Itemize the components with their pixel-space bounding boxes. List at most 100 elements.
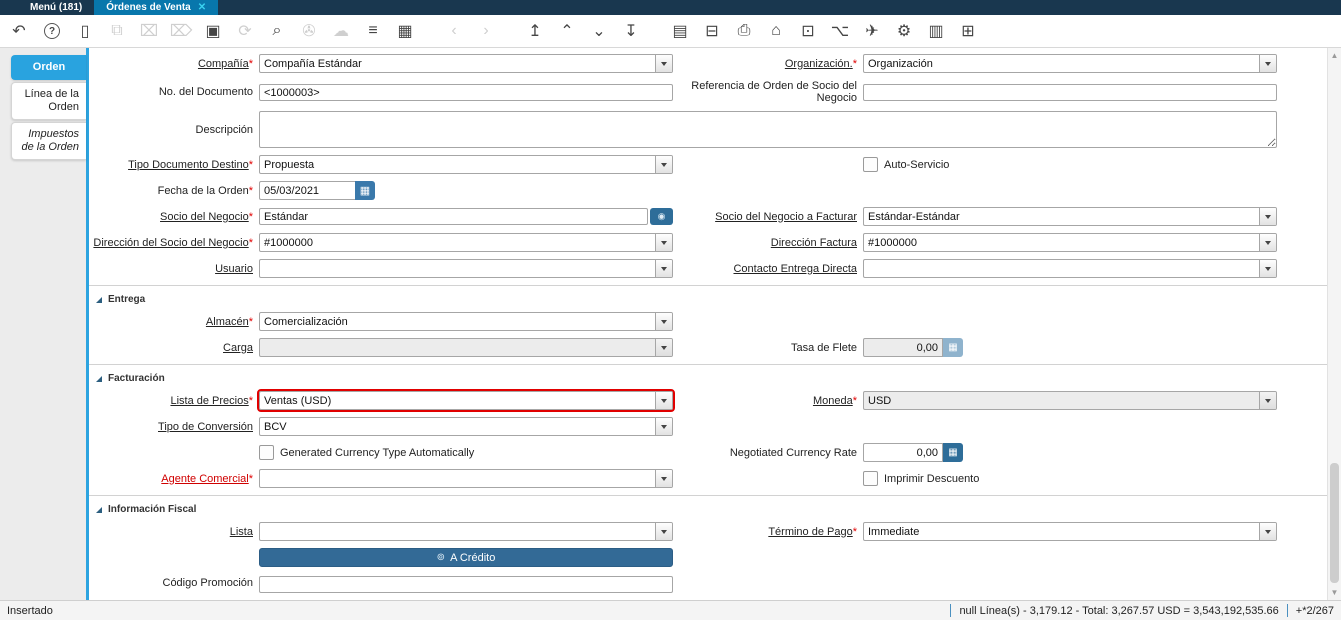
conversion-type-input[interactable] (260, 418, 655, 435)
promo-code-input[interactable] (259, 575, 673, 593)
price-list-dropdown-button[interactable] (655, 392, 672, 409)
user-dropdown-button[interactable] (655, 260, 672, 277)
list-field[interactable] (259, 522, 673, 541)
dropship-contact-label[interactable]: Contacto Entrega Directa (681, 263, 863, 275)
calendar-icon[interactable]: ▦ (394, 19, 416, 43)
list-input[interactable] (260, 523, 655, 540)
company-label[interactable]: Compañía* (93, 58, 259, 70)
warehouse-dropdown-button[interactable] (655, 313, 672, 330)
partner-address-field[interactable] (259, 233, 673, 252)
workflow-icon[interactable]: ⌥ (829, 19, 851, 43)
zoom-across-icon[interactable]: ⊡ (797, 19, 819, 43)
sales-rep-label[interactable]: Agente Comercial* (93, 473, 259, 485)
negotiated-rate-calculator-button[interactable]: ▦ (943, 443, 963, 462)
warehouse-input[interactable] (260, 313, 655, 330)
partner-address-input[interactable] (260, 234, 655, 251)
company-field[interactable] (259, 54, 673, 73)
invoice-address-dropdown-button[interactable] (1259, 234, 1276, 251)
new-record-icon[interactable]: ▯ (74, 19, 96, 43)
dropship-contact-input[interactable] (864, 260, 1259, 277)
report-icon[interactable]: ▤ (669, 19, 691, 43)
credit-button[interactable]: ⊚ A Crédito (259, 548, 673, 567)
warehouse-label[interactable]: Almacén* (93, 316, 259, 328)
company-input[interactable] (260, 55, 655, 72)
section-delivery[interactable]: Entrega (89, 285, 1327, 305)
sidebar-item-orden[interactable]: Orden (11, 55, 86, 80)
freight-label[interactable]: Carga (93, 342, 259, 354)
conversion-type-dropdown-button[interactable] (655, 418, 672, 435)
sales-rep-field[interactable] (259, 469, 673, 488)
help-icon[interactable]: ? (44, 23, 60, 39)
invoice-partner-dropdown-button[interactable] (1259, 208, 1276, 225)
target-doc-type-input[interactable] (260, 156, 655, 173)
lock-icon[interactable]: ⌂ (765, 19, 787, 43)
sales-rep-dropdown-button[interactable] (655, 470, 672, 487)
invoice-partner-input[interactable] (864, 208, 1259, 225)
warehouse-field[interactable] (259, 312, 673, 331)
organization-dropdown-button[interactable] (1259, 55, 1276, 72)
parent-record-icon[interactable]: ⌃ (556, 19, 578, 43)
invoice-address-field[interactable] (863, 233, 1277, 252)
dropship-contact-field[interactable] (863, 259, 1277, 278)
currency-label[interactable]: Moneda* (681, 395, 863, 407)
description-textarea[interactable] (259, 111, 1277, 148)
scrollbar-thumb[interactable] (1330, 463, 1339, 583)
find-icon[interactable]: ⌕ (266, 19, 288, 43)
company-dropdown-button[interactable] (655, 55, 672, 72)
tab-ordenes-de-venta[interactable]: Órdenes de Venta ✕ (94, 0, 219, 15)
self-service-checkbox[interactable] (863, 157, 878, 172)
price-list-input[interactable] (260, 392, 655, 409)
invoice-partner-label[interactable]: Socio del Negocio a Facturar (681, 211, 863, 223)
report-find-icon[interactable]: ▥ (925, 19, 947, 43)
scroll-up-icon[interactable]: ▲ (1328, 51, 1341, 60)
bp-order-ref-input[interactable] (863, 84, 1277, 102)
price-list-label[interactable]: Lista de Precios* (93, 395, 259, 407)
sales-rep-input[interactable] (260, 470, 655, 487)
first-record-icon[interactable]: ↥ (524, 19, 546, 43)
business-partner-input[interactable] (259, 208, 648, 225)
negotiated-rate-input[interactable] (863, 443, 943, 462)
user-field[interactable] (259, 259, 673, 278)
invoice-address-input[interactable] (864, 234, 1259, 251)
preferences-icon[interactable]: ⚙ (893, 19, 915, 43)
section-invoicing[interactable]: Facturación (89, 364, 1327, 384)
vertical-scrollbar[interactable]: ▲ ▼ (1327, 48, 1341, 600)
target-doc-type-field[interactable] (259, 155, 673, 174)
user-input[interactable] (260, 260, 655, 277)
organization-label[interactable]: Organización.* (681, 58, 863, 70)
grid-toggle-icon[interactable]: ≡ (362, 19, 384, 43)
target-doc-type-dropdown-button[interactable] (655, 156, 672, 173)
order-date-input[interactable] (259, 181, 355, 200)
print-icon[interactable]: ⎙ (733, 19, 755, 43)
dropship-contact-dropdown-button[interactable] (1259, 260, 1276, 277)
send-icon[interactable]: ✈ (861, 19, 883, 43)
payment-term-label[interactable]: Término de Pago* (681, 526, 863, 538)
business-partner-field[interactable]: ◉ (259, 208, 673, 225)
list-dropdown-button[interactable] (655, 523, 672, 540)
form-icon[interactable]: ⊞ (957, 19, 979, 43)
undo-icon[interactable]: ↶ (8, 19, 30, 43)
scroll-down-icon[interactable]: ▼ (1328, 588, 1341, 597)
invoice-address-label[interactable]: Dirección Factura (681, 237, 863, 249)
user-label[interactable]: Usuario (93, 263, 259, 275)
business-partner-label[interactable]: Socio del Negocio* (93, 211, 259, 223)
last-record-icon[interactable]: ↧ (620, 19, 642, 43)
document-no-input[interactable] (259, 84, 673, 102)
sidebar-item-linea-de-la-orden[interactable]: Línea de la Orden (11, 82, 86, 120)
partner-address-label[interactable]: Dirección del Socio del Negocio* (93, 237, 259, 249)
archive-icon[interactable]: ⊟ (701, 19, 723, 43)
target-doc-type-label[interactable]: Tipo Documento Destino* (93, 159, 259, 171)
sidebar-item-impuestos-de-la-orden[interactable]: Impuestos de la Orden (11, 122, 86, 160)
tab-close-icon[interactable]: ✕ (198, 2, 206, 13)
conversion-type-field[interactable] (259, 417, 673, 436)
generated-currency-checkbox[interactable] (259, 445, 274, 460)
list-label[interactable]: Lista (93, 526, 259, 538)
tab-menu[interactable]: Menú (181) (18, 0, 94, 15)
partner-address-dropdown-button[interactable] (655, 234, 672, 251)
section-fiscal[interactable]: Información Fiscal (89, 495, 1327, 515)
conversion-type-label[interactable]: Tipo de Conversión (93, 421, 259, 433)
invoice-partner-field[interactable] (863, 207, 1277, 226)
organization-field[interactable] (863, 54, 1277, 73)
payment-term-dropdown-button[interactable] (1259, 523, 1276, 540)
detail-record-icon[interactable]: ⌄ (588, 19, 610, 43)
